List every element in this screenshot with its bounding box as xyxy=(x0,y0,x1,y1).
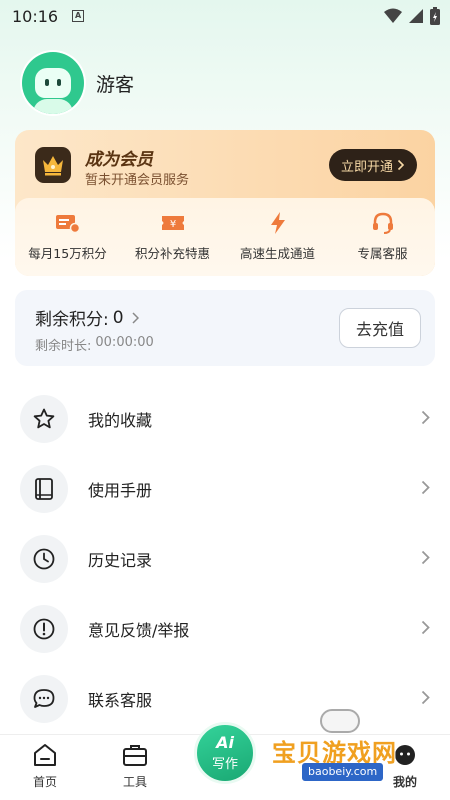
points-card: 剩余积分: 0 剩余时长: 00:00:00 去充值 xyxy=(15,290,435,366)
lightning-icon xyxy=(266,212,290,234)
chevron-right-icon xyxy=(421,480,430,495)
crown-icon xyxy=(35,147,71,183)
vip-header: 成为会员 暂未开通会员服务 立即开通 xyxy=(15,130,435,200)
headset-icon xyxy=(371,212,395,234)
chevron-right-icon xyxy=(421,410,430,425)
star-icon xyxy=(20,395,68,443)
battery-icon xyxy=(430,7,440,25)
perk-monthly-points: 每月15万积分 xyxy=(15,198,120,276)
menu-item-history[interactable]: 历史记录 xyxy=(0,524,450,594)
chevron-right-icon xyxy=(397,159,405,171)
menu-item-feedback[interactable]: 意见反馈/举报 xyxy=(0,594,450,664)
menu-label: 使用手册 xyxy=(88,481,153,500)
recharge-button[interactable]: 去充值 xyxy=(339,308,421,348)
perk-label: 高速生成通道 xyxy=(239,246,315,261)
avatar-eye xyxy=(57,79,61,86)
svg-text:¥: ¥ xyxy=(169,219,175,230)
menu-list: 我的收藏 使用手册 历史记录 意见反馈/举报 联系客服 xyxy=(0,384,450,734)
perk-label: 积分补充特惠 xyxy=(134,246,210,261)
open-membership-label: 立即开通 xyxy=(340,159,393,175)
watermark: 宝贝游戏网 baobeiy.com xyxy=(272,705,442,785)
remaining-time: 剩余时长: 00:00:00 xyxy=(35,335,154,354)
notification-icon: A xyxy=(72,10,85,22)
avatar[interactable] xyxy=(22,52,84,114)
gamepad-icon xyxy=(320,709,360,733)
nav-tools-label: 工具 xyxy=(122,775,147,789)
avatar-eye xyxy=(45,79,49,86)
avatar-face xyxy=(35,68,71,98)
nav-tools[interactable]: 工具 xyxy=(105,743,165,790)
nav-home[interactable]: 首页 xyxy=(15,743,75,790)
toolbox-icon xyxy=(123,745,147,766)
chevron-right-icon xyxy=(421,620,430,635)
perk-exclusive-service: 专属客服 xyxy=(330,198,435,276)
remaining-points[interactable]: 剩余积分: 0 xyxy=(35,305,139,330)
chevron-right-icon xyxy=(421,690,430,705)
write-label: 写作 xyxy=(211,756,238,772)
nav-home-label: 首页 xyxy=(32,775,57,789)
status-time: 10:16 xyxy=(12,6,59,26)
status-indicators xyxy=(384,7,440,25)
perk-fast-channel: 高速生成通道 xyxy=(225,198,330,276)
warning-icon xyxy=(20,605,68,653)
perk-label: 专属客服 xyxy=(357,246,408,261)
menu-label: 联系客服 xyxy=(88,691,153,710)
username: 游客 xyxy=(96,73,135,96)
clock-icon xyxy=(20,535,68,583)
points-value: 0 xyxy=(112,307,124,328)
vip-perks: 每月15万积分 ¥ 积分补充特惠 高速生成通道 专属客服 xyxy=(15,198,435,276)
perk-label: 每月15万积分 xyxy=(28,246,107,261)
points-label: 剩余积分: xyxy=(35,310,109,330)
book-icon xyxy=(20,465,68,513)
avatar-body xyxy=(33,99,73,114)
yen-ticket-icon: ¥ xyxy=(161,212,185,234)
points-card-icon xyxy=(55,212,80,234)
vip-subtitle: 暂未开通会员服务 xyxy=(85,173,190,188)
time-label: 剩余时长: xyxy=(35,339,92,354)
vip-card[interactable]: 成为会员 暂未开通会员服务 立即开通 每月15万积分 ¥ 积分补充特惠 高速生成… xyxy=(15,130,435,276)
status-bar: 10:16 A xyxy=(0,0,450,32)
write-button[interactable]: Ai 写作 xyxy=(194,722,256,784)
menu-label: 历史记录 xyxy=(88,551,153,570)
profile-header[interactable]: 游客 xyxy=(22,52,134,114)
vip-title: 成为会员 xyxy=(85,150,153,170)
menu-item-favorites[interactable]: 我的收藏 xyxy=(0,384,450,454)
menu-label: 我的收藏 xyxy=(88,411,153,430)
ai-icon: Ai xyxy=(216,732,234,752)
time-value: 00:00:00 xyxy=(95,335,154,350)
perk-points-discount: ¥ 积分补充特惠 xyxy=(120,198,225,276)
home-icon xyxy=(34,744,56,766)
menu-item-manual[interactable]: 使用手册 xyxy=(0,454,450,524)
chevron-right-icon xyxy=(132,311,139,324)
chevron-right-icon xyxy=(421,550,430,565)
menu-label: 意见反馈/举报 xyxy=(88,621,190,640)
open-membership-button[interactable]: 立即开通 xyxy=(328,149,417,181)
signal-icon xyxy=(409,9,423,23)
watermark-url: baobeiy.com xyxy=(302,763,384,781)
wifi-icon xyxy=(384,8,402,23)
chat-icon xyxy=(20,675,68,723)
